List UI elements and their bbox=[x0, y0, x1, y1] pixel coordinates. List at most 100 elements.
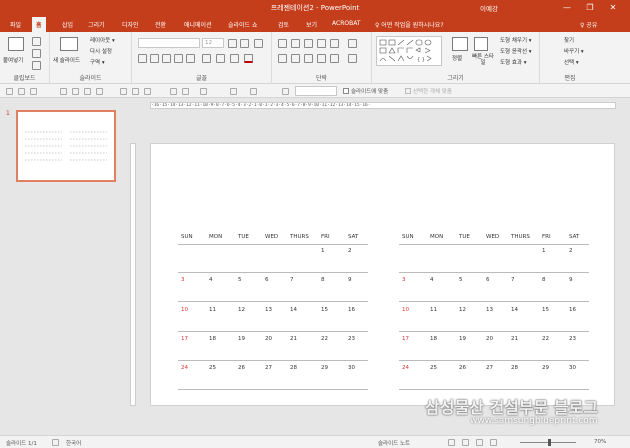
bullets-icon[interactable] bbox=[278, 39, 287, 48]
grow-font-icon[interactable] bbox=[228, 39, 237, 48]
tab-review[interactable]: 검토 bbox=[278, 20, 289, 29]
smartart-icon[interactable] bbox=[348, 54, 357, 63]
zoom-dropdown[interactable] bbox=[295, 86, 337, 96]
calendar-day: 28 bbox=[290, 365, 297, 371]
repeat-icon[interactable] bbox=[30, 88, 37, 95]
paste-icon[interactable] bbox=[96, 88, 103, 95]
align-center-icon[interactable] bbox=[291, 54, 300, 63]
notes-button[interactable]: 슬라이드 노트 bbox=[378, 439, 410, 447]
cut-icon[interactable] bbox=[32, 37, 41, 46]
tab-view[interactable]: 보기 bbox=[306, 20, 317, 29]
distribute-icon[interactable] bbox=[182, 88, 189, 95]
shapes-gallery[interactable]: { } bbox=[376, 36, 442, 66]
copy-icon[interactable] bbox=[32, 49, 41, 58]
shadow-icon[interactable] bbox=[174, 54, 183, 63]
tell-me-box[interactable]: ♀ 어떤 작업을 원하시나요? bbox=[375, 20, 444, 29]
user-name[interactable]: 이예강 bbox=[480, 3, 498, 13]
guides-icon[interactable] bbox=[144, 88, 151, 95]
font-size-box[interactable]: 12 bbox=[202, 38, 224, 48]
shrink-font-icon[interactable] bbox=[240, 39, 249, 48]
restore-button[interactable]: ❐ bbox=[583, 2, 597, 14]
calendar-right[interactable]: SUN MON TUE WED THURS FRI SAT 1 2 3 4 5 6 7 8 9 10 11 12 13… bbox=[399, 234, 589, 391]
align-right-icon[interactable] bbox=[304, 54, 313, 63]
align-left-icon[interactable] bbox=[278, 54, 287, 63]
spellcheck-icon[interactable] bbox=[52, 439, 59, 446]
tab-design[interactable]: 디자인 bbox=[122, 20, 139, 29]
weekday-header: WED bbox=[486, 234, 500, 240]
columns-icon[interactable] bbox=[330, 54, 339, 63]
share-button[interactable]: ♀ 공유 bbox=[580, 20, 597, 29]
copy-icon[interactable] bbox=[84, 88, 91, 95]
strikethrough-icon[interactable] bbox=[186, 54, 195, 63]
line-spacing-icon[interactable] bbox=[330, 39, 339, 48]
change-case-icon[interactable] bbox=[216, 54, 225, 63]
zoom-out-icon[interactable] bbox=[72, 88, 79, 95]
reading-view-icon[interactable] bbox=[476, 439, 483, 446]
close-button[interactable]: ✕ bbox=[606, 2, 620, 14]
new-slide-button[interactable]: 새 슬라이드 bbox=[53, 56, 80, 64]
slide-fit-checkbox[interactable] bbox=[343, 88, 349, 94]
zoom-slider-thumb[interactable] bbox=[548, 439, 551, 446]
highlight-icon[interactable] bbox=[230, 54, 239, 63]
paste-icon[interactable] bbox=[8, 37, 24, 51]
italic-icon[interactable] bbox=[150, 54, 159, 63]
flip-icon[interactable] bbox=[250, 88, 257, 95]
selected-fit-checkbox[interactable] bbox=[405, 88, 411, 94]
grid-icon[interactable] bbox=[132, 88, 139, 95]
paste-button[interactable]: 붙여넣기 bbox=[3, 56, 23, 64]
slide-thumbnail[interactable] bbox=[16, 110, 116, 182]
font-name-box[interactable] bbox=[138, 38, 200, 48]
rotate-icon[interactable] bbox=[230, 88, 237, 95]
group-icon[interactable] bbox=[200, 88, 207, 95]
numbering-icon[interactable] bbox=[291, 39, 300, 48]
tab-animations[interactable]: 애니메이션 bbox=[184, 20, 212, 29]
replace-button[interactable]: 바꾸기 ▾ bbox=[564, 47, 584, 55]
section-button[interactable]: 구역 ▾ bbox=[90, 58, 105, 66]
arrange-button[interactable]: 정렬 bbox=[452, 54, 462, 62]
format-painter-icon[interactable] bbox=[32, 61, 41, 70]
tab-home[interactable]: 홈 bbox=[32, 17, 46, 32]
gear-icon[interactable] bbox=[120, 88, 127, 95]
weekday-header: MON bbox=[209, 234, 223, 240]
new-slide-icon[interactable] bbox=[60, 37, 78, 51]
calendar-left[interactable]: SUN MON TUE WED THURS FRI SAT 1 2 3 4 5 6 7 8 9 10 11 12 13… bbox=[178, 234, 368, 391]
quick-styles-icon[interactable] bbox=[474, 37, 488, 51]
slide-sorter-icon[interactable] bbox=[462, 439, 469, 446]
align-icon[interactable] bbox=[170, 88, 177, 95]
calendar-day: 5 bbox=[238, 277, 242, 283]
zoom-in-icon[interactable] bbox=[60, 88, 67, 95]
increase-indent-icon[interactable] bbox=[317, 39, 326, 48]
bold-icon[interactable] bbox=[138, 54, 147, 63]
find-button[interactable]: 찾기 bbox=[564, 36, 574, 44]
redo-icon[interactable] bbox=[18, 88, 25, 95]
layout-button[interactable]: 레이아웃 ▾ bbox=[90, 36, 115, 44]
language-indicator[interactable]: 한국어 bbox=[66, 439, 81, 447]
lock-icon[interactable] bbox=[282, 88, 289, 95]
tab-draw[interactable]: 그리기 bbox=[88, 20, 105, 29]
zoom-level[interactable]: 70% bbox=[594, 439, 606, 445]
tab-acrobat[interactable]: ACROBAT bbox=[332, 20, 361, 27]
tab-slideshow[interactable]: 슬라이드 쇼 bbox=[228, 20, 258, 29]
text-direction-icon[interactable] bbox=[348, 39, 357, 48]
shape-fill-button[interactable]: 도형 채우기 ▾ bbox=[500, 36, 532, 44]
normal-view-icon[interactable] bbox=[448, 439, 455, 446]
undo-icon[interactable] bbox=[6, 88, 13, 95]
tab-transitions[interactable]: 전환 bbox=[155, 20, 166, 29]
tab-insert[interactable]: 삽입 bbox=[62, 20, 73, 29]
justify-icon[interactable] bbox=[317, 54, 326, 63]
clear-format-icon[interactable] bbox=[254, 39, 263, 48]
minimize-button[interactable]: — bbox=[560, 2, 574, 14]
slide-canvas[interactable]: SUN MON TUE WED THURS FRI SAT 1 2 3 4 5 6 7 8 9 10 11 12 13… bbox=[150, 143, 615, 406]
reset-button[interactable]: 다시 설정 bbox=[90, 47, 112, 55]
font-color-icon[interactable] bbox=[244, 54, 253, 63]
select-button[interactable]: 선택 ▾ bbox=[564, 58, 579, 66]
quick-styles-button[interactable]: 빠른 스타일 bbox=[470, 54, 496, 66]
char-spacing-icon[interactable] bbox=[202, 54, 211, 63]
tab-file[interactable]: 파일 bbox=[10, 20, 21, 29]
shape-outline-button[interactable]: 도형 윤곽선 ▾ bbox=[500, 47, 532, 55]
slideshow-icon[interactable] bbox=[490, 439, 497, 446]
underline-icon[interactable] bbox=[162, 54, 171, 63]
arrange-icon[interactable] bbox=[452, 37, 468, 51]
shape-effects-button[interactable]: 도형 효과 ▾ bbox=[500, 58, 527, 66]
decrease-indent-icon[interactable] bbox=[304, 39, 313, 48]
